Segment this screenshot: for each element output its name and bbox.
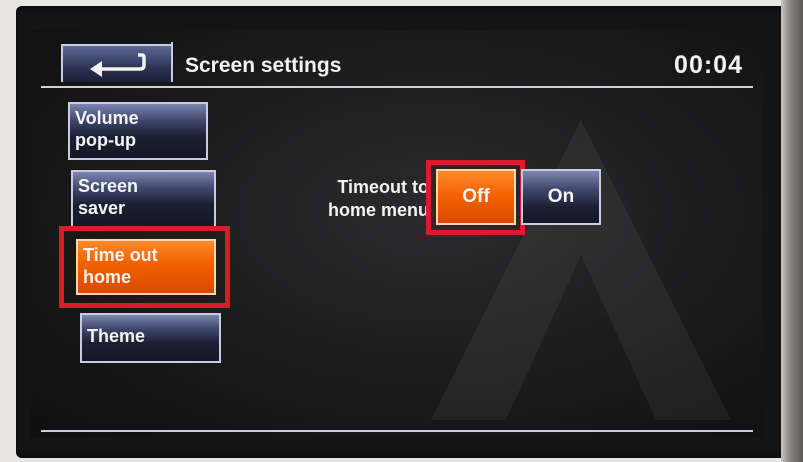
menu-item-label: Screen bbox=[78, 176, 139, 196]
menu-item-screen-saver[interactable]: Screen saver bbox=[71, 170, 216, 228]
header-bar: Screen settings 00:04 bbox=[41, 42, 753, 88]
setting-label-line: Timeout to bbox=[337, 177, 429, 197]
on-button[interactable]: On bbox=[521, 169, 601, 225]
setting-label: Timeout to home menu bbox=[314, 176, 429, 222]
back-button[interactable] bbox=[61, 44, 173, 82]
page-title: Screen settings bbox=[171, 42, 341, 82]
screen: Screen settings 00:04 Volume pop-up Scre… bbox=[31, 30, 763, 438]
device-edge bbox=[781, 0, 803, 462]
highlight-box bbox=[59, 226, 230, 308]
menu-item-label: pop-up bbox=[75, 130, 136, 150]
menu-item-label: Theme bbox=[87, 326, 146, 346]
back-arrow-icon bbox=[90, 53, 146, 77]
setting-label-line: home menu bbox=[327, 200, 429, 220]
on-button-label: On bbox=[547, 186, 575, 207]
highlight-box bbox=[426, 160, 525, 235]
menu-item-label: saver bbox=[78, 198, 126, 218]
menu-item-theme[interactable]: Theme bbox=[80, 313, 221, 363]
clock: 00:04 bbox=[674, 51, 743, 79]
footer-divider bbox=[41, 430, 753, 432]
menu-item-label: Volume bbox=[75, 108, 139, 128]
menu-item-volume-popup[interactable]: Volume pop-up bbox=[68, 102, 208, 160]
